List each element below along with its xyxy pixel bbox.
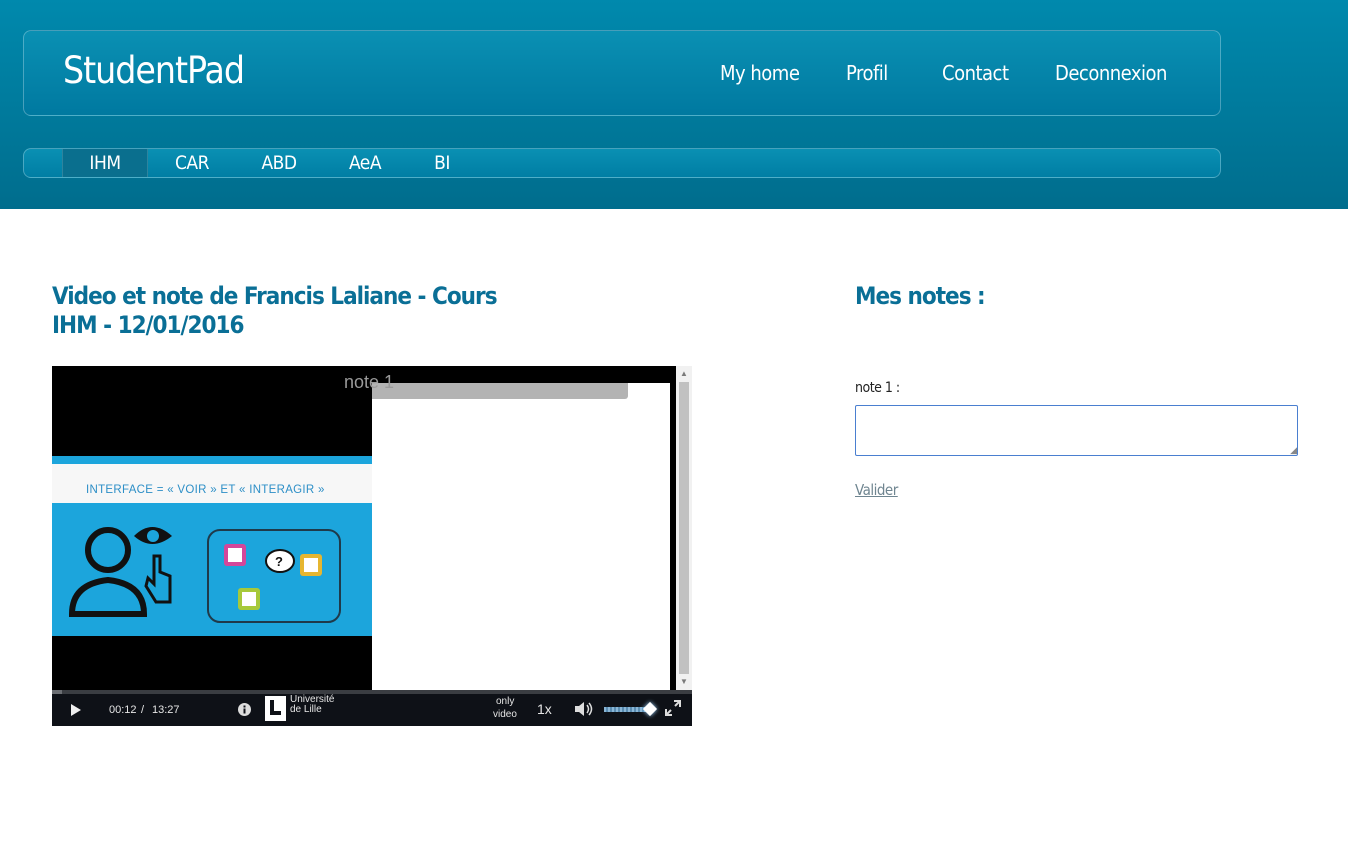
slide-illustration: ? — [68, 527, 341, 623]
tab-bi[interactable]: BI — [412, 149, 472, 177]
volume-knob[interactable] — [642, 701, 657, 717]
scroll-down-icon[interactable]: ▼ — [680, 677, 688, 686]
nav-my-home[interactable]: My home — [720, 61, 800, 85]
robot-icon-green — [238, 588, 260, 610]
video-note-pane[interactable] — [372, 383, 673, 690]
info-icon[interactable] — [238, 703, 251, 716]
resize-grip-icon[interactable]: ◢ — [1290, 446, 1297, 455]
volume-slider[interactable] — [604, 701, 657, 717]
slide-title-band: INTERFACE = « VOIR » ET « INTERAGIR » — [52, 460, 372, 503]
slide-title: INTERFACE = « VOIR » ET « INTERAGIR » — [86, 484, 325, 496]
note-pane-scrollbar[interactable]: ▲ ▼ — [676, 366, 692, 690]
tab-car[interactable]: CAR — [154, 149, 230, 177]
volume-icon[interactable] — [574, 702, 594, 716]
robot-icon-pink — [224, 544, 246, 566]
nav-contact[interactable]: Contact — [942, 61, 1009, 85]
video-slide-frame: INTERFACE = « VOIR » ET « INTERAGIR » ? — [52, 456, 372, 636]
video-controls: 00:12 / 13:27 Université de Lille only v… — [52, 690, 692, 726]
current-time: 00:12 — [109, 704, 137, 716]
user-icon — [68, 527, 148, 617]
note-overlay-label: note 1 — [344, 372, 395, 392]
note-input-wrap: ◢ — [855, 405, 1298, 456]
time-separator: / — [141, 704, 145, 716]
progress-bar[interactable] — [52, 690, 692, 694]
course-tab-bar: IHM CAR ABD AeA BI — [23, 148, 1221, 178]
brand-logo[interactable]: StudentPad — [63, 49, 245, 92]
notes-heading: Mes notes : — [855, 282, 986, 310]
tab-aea[interactable]: AeA — [328, 149, 402, 177]
page-title: Video et note de Francis Laliane - Cours… — [52, 282, 498, 339]
valider-link[interactable]: Valider — [855, 481, 898, 499]
mode-label-line1[interactable]: only — [496, 696, 514, 707]
top-navbar: StudentPad My home Profil Contact Deconn… — [23, 30, 1221, 116]
svg-text:?: ? — [275, 554, 283, 569]
eye-icon — [134, 527, 172, 544]
video-player[interactable]: INTERFACE = « VOIR » ET « INTERAGIR » ? — [52, 366, 692, 726]
note-field-label: note 1 : — [855, 380, 900, 396]
university-name-line2: de Lille — [290, 704, 322, 715]
university-logo — [265, 696, 286, 721]
duration: 13:27 — [152, 704, 180, 716]
nav-deconnexion[interactable]: Deconnexion — [1055, 61, 1167, 85]
robot-icon-yellow — [300, 554, 322, 576]
scrollbar-thumb[interactable] — [679, 382, 689, 674]
hand-pointer-icon — [144, 554, 172, 604]
fullscreen-icon[interactable] — [665, 700, 681, 716]
note-tab-bar[interactable] — [372, 383, 628, 399]
play-icon[interactable] — [70, 704, 82, 716]
scroll-up-icon[interactable]: ▲ — [680, 369, 688, 378]
note-input[interactable] — [855, 405, 1298, 456]
speech-bubble-icon: ? — [265, 549, 295, 573]
tab-abd[interactable]: ABD — [242, 149, 316, 177]
nav-profil[interactable]: Profil — [846, 61, 888, 85]
site-header: StudentPad My home Profil Contact Deconn… — [0, 0, 1348, 209]
tab-ihm[interactable]: IHM — [62, 149, 148, 177]
playback-speed[interactable]: 1x — [537, 701, 552, 717]
progress-fill — [52, 690, 62, 694]
mode-label-line2[interactable]: video — [493, 709, 517, 720]
